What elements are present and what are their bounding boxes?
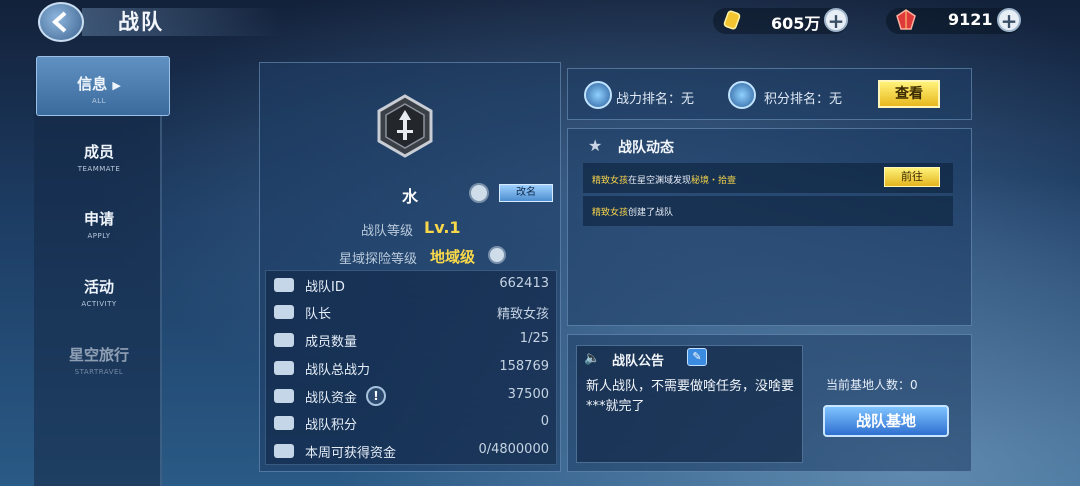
base-member-count: 当前基地人数：0 — [826, 378, 918, 392]
nav-label: 申请 — [83, 210, 114, 228]
stat-label: 成员数量 — [305, 335, 358, 350]
nav-sublabel: ACTIVITY — [81, 300, 117, 308]
view-ranking-button[interactable]: 查看 — [878, 80, 940, 108]
explore-level-label: 星域探险等级 — [339, 252, 418, 267]
members-icon — [274, 333, 294, 347]
rename-button[interactable]: 改名 — [499, 184, 553, 202]
back-arrow-icon — [52, 11, 67, 33]
stat-label: 战队资金 — [305, 391, 358, 406]
explore-gear-icon[interactable] — [488, 246, 506, 264]
nav-item-activity[interactable]: 活动 ACTIVITY — [34, 276, 164, 308]
stat-value: 精致女孩 — [496, 307, 549, 322]
stat-value: 0 — [540, 414, 549, 429]
power-icon — [274, 361, 294, 375]
stat-label: 队长 — [305, 307, 332, 322]
explore-level-value: 地域级 — [430, 248, 476, 266]
stat-value: 37500 — [507, 387, 549, 402]
info-alert-icon[interactable]: ! — [366, 386, 386, 406]
nav-sublabel: STARTRAVEL — [74, 368, 124, 376]
news-item-text: 精致女孩创建了战队 — [592, 205, 673, 218]
nav-item-info[interactable]: 信息 ▶ ALL — [34, 73, 164, 105]
goto-button[interactable]: 前往 — [884, 167, 940, 187]
speaker-icon: 🔈 — [584, 351, 601, 366]
nav-sublabel: APPLY — [87, 232, 111, 240]
coins-icon — [274, 389, 294, 403]
leader-wings-icon — [274, 305, 294, 319]
player-name[interactable]: 精致女孩 — [592, 208, 628, 218]
stat-label: 战队ID — [305, 280, 345, 295]
nav-item-members[interactable]: 成员 TEAMMATE — [34, 141, 164, 173]
page-title: 战队 — [118, 10, 164, 34]
star-icon: ★ — [588, 136, 603, 155]
nav-sublabel: ALL — [91, 97, 107, 105]
stat-label: 本周可获得资金 — [305, 446, 397, 461]
score-rank-icon — [728, 81, 756, 109]
news-item-body: 创建了战队 — [628, 208, 674, 218]
nav-sublabel: TEAMMATE — [77, 165, 121, 173]
team-level-label: 战队等级 — [361, 224, 414, 239]
player-name[interactable]: 精致女孩 — [592, 176, 628, 186]
power-rank-text: 战力排名：无 — [616, 92, 695, 107]
news-item-text: 精致女孩在星空渊域发现秘境・拾壹 — [592, 173, 736, 186]
points-icon — [274, 416, 294, 430]
team-news-title: 战队动态 — [618, 140, 674, 156]
team-emblem-icon — [373, 94, 437, 158]
team-news-panel — [567, 128, 972, 326]
stat-value: 0/4800000 — [478, 442, 549, 457]
team-settings-gear-icon[interactable] — [469, 183, 489, 203]
team-level-value: Lv.1 — [424, 218, 461, 237]
team-notice-title: 战队公告 — [612, 354, 665, 369]
add-gem-button[interactable]: + — [997, 8, 1021, 32]
edit-notice-button[interactable]: ✎ — [687, 348, 707, 366]
secret-realm-link[interactable]: 秘境・拾壹 — [691, 176, 736, 186]
news-item-body: 在星空渊域发现 — [628, 176, 692, 186]
stat-value: 1/25 — [519, 331, 549, 346]
nav-label: 活动 — [83, 278, 114, 296]
nav-label: 信息 ▶ — [77, 75, 121, 93]
nav-label: 星空旅行 — [68, 346, 129, 364]
gem-icon — [895, 9, 917, 31]
chevron-right-icon: ▶ — [112, 79, 121, 92]
stat-label: 战队总战力 — [305, 363, 371, 378]
pencil-icon: ✎ — [692, 350, 702, 363]
nav-item-startravel[interactable]: 星空旅行 STARTRAVEL — [34, 344, 164, 376]
power-rank-icon — [584, 81, 612, 109]
title-strip — [82, 8, 282, 36]
score-rank-text: 积分排名：无 — [764, 92, 843, 107]
add-gold-button[interactable]: + — [824, 8, 848, 32]
weekly-coins-icon — [274, 444, 294, 458]
gem-amount: 9121 — [948, 10, 993, 29]
nav-label: 成员 — [83, 143, 114, 161]
gold-amount: 605万 — [771, 14, 821, 33]
back-button[interactable] — [38, 2, 84, 42]
team-notice-text: 新人战队，不需要做啥任务，没啥要***就完了 — [586, 379, 795, 414]
side-nav — [34, 56, 162, 486]
team-name: 水 — [401, 187, 418, 206]
team-base-button[interactable]: 战队基地 — [823, 405, 949, 437]
stat-label: 战队积分 — [305, 418, 358, 433]
id-card-icon — [274, 278, 294, 292]
stat-value: 662413 — [499, 276, 549, 291]
nav-item-apply[interactable]: 申请 APPLY — [34, 208, 164, 240]
stat-value: 158769 — [499, 359, 549, 374]
gold-icon — [722, 10, 742, 30]
